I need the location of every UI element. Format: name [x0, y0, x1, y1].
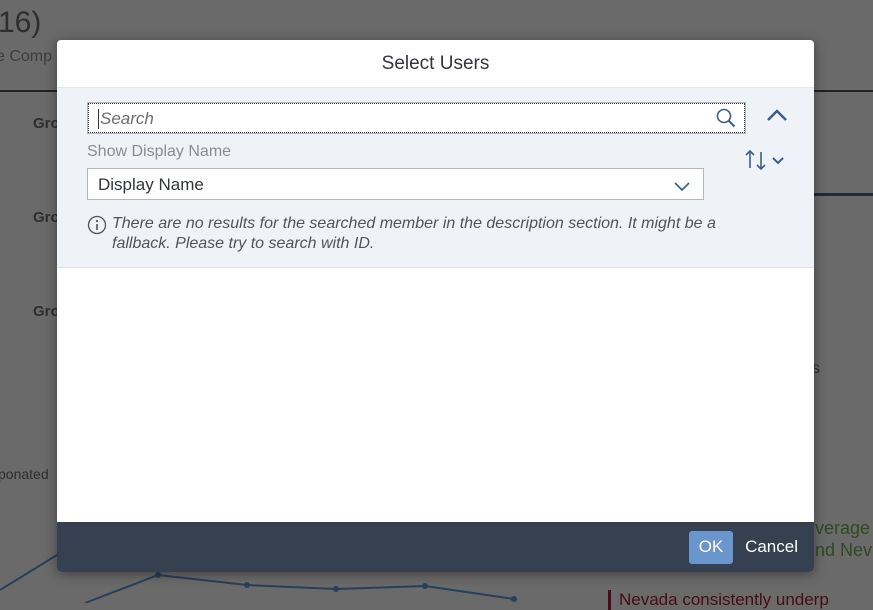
bg-left-label: ponated: [0, 466, 49, 482]
bg-bar: [814, 193, 873, 196]
bg-title: 16): [0, 6, 42, 39]
info-text: There are no results for the searched me…: [112, 215, 716, 252]
chevron-down-icon: [673, 177, 691, 197]
collapse-chevron-up-icon[interactable]: [766, 108, 788, 127]
info-icon: [87, 215, 107, 241]
bg-row-label: Gro: [33, 303, 60, 320]
select-users-dialog: Select Users Search Show Display Name Di…: [57, 40, 814, 572]
dialog-footer: OK Cancel: [57, 522, 814, 572]
bg-row-label: Gro: [33, 209, 60, 226]
sort-icon[interactable]: [745, 148, 787, 177]
search-placeholder: Search: [98, 109, 154, 129]
display-name-select[interactable]: Display Name: [87, 168, 704, 200]
search-input[interactable]: Search: [87, 102, 746, 134]
info-message: There are no results for the searched me…: [87, 214, 777, 254]
bg-row-label: Gro: [33, 115, 60, 132]
display-name-value: Display Name: [98, 175, 204, 194]
ok-button[interactable]: OK: [689, 530, 734, 564]
dialog-title: Select Users: [57, 40, 814, 88]
search-icon[interactable]: [716, 108, 736, 133]
bg-subtitle: e Comp: [0, 48, 53, 65]
cancel-button[interactable]: Cancel: [743, 537, 800, 557]
display-name-label: Show Display Name: [87, 143, 232, 160]
search-panel: Search Show Display Name Display Name Th…: [57, 88, 814, 268]
